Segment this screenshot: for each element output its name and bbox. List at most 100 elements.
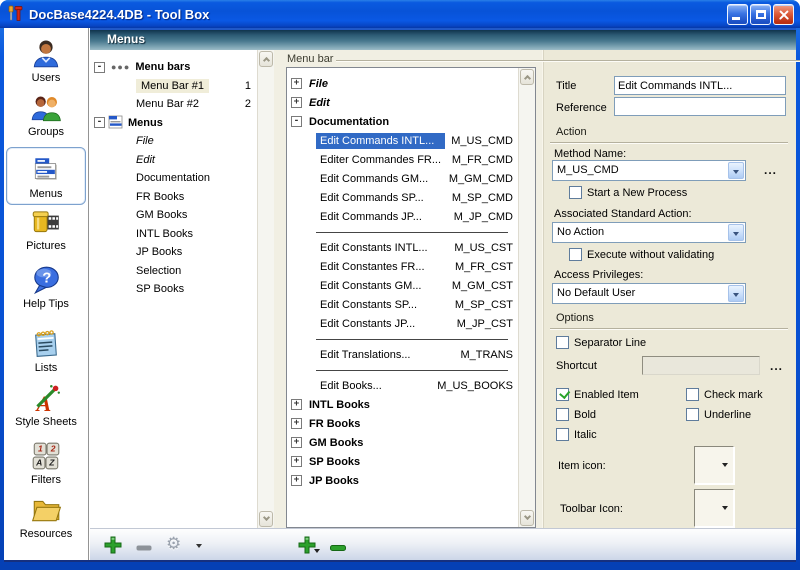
enabled-item-checkbox[interactable] bbox=[556, 388, 569, 401]
menu-separator-row[interactable] bbox=[287, 226, 518, 238]
expand-icon[interactable]: + bbox=[291, 475, 302, 486]
italic-checkbox[interactable] bbox=[556, 428, 569, 441]
toolbar-icon-dropdown[interactable] bbox=[694, 489, 734, 527]
menu-item-row[interactable]: Edit Books... M_US_BOOKS bbox=[287, 376, 518, 395]
left-tree-scrollbar[interactable] bbox=[257, 50, 274, 528]
add-item-dropdown-arrow-icon[interactable] bbox=[314, 549, 320, 556]
separator-line bbox=[316, 370, 508, 371]
expand-icon[interactable]: + bbox=[291, 418, 302, 429]
bold-checkbox[interactable] bbox=[556, 408, 569, 421]
sidebar-item-users[interactable]: Users bbox=[6, 38, 86, 84]
collapse-expander-icon[interactable]: - bbox=[94, 62, 105, 73]
tree-group-documentation[interactable]: - Documentation bbox=[287, 112, 518, 131]
method-name-label: Method Name: bbox=[554, 148, 626, 160]
svg-text:A: A bbox=[35, 458, 42, 468]
expand-icon[interactable]: + bbox=[291, 399, 302, 410]
tree-row-menu-bar-1[interactable]: Menu Bar #1 1 bbox=[90, 77, 257, 96]
tree-group-row[interactable]: - ●●● Menu bars bbox=[90, 58, 257, 77]
combo-dropdown-button[interactable] bbox=[728, 285, 744, 302]
menu-tree-scrollbar[interactable] bbox=[518, 68, 535, 527]
underline-checkbox[interactable] bbox=[686, 408, 699, 421]
access-privileges-combobox[interactable]: No Default User bbox=[552, 283, 746, 304]
expand-icon[interactable]: + bbox=[291, 456, 302, 467]
item-icon-dropdown[interactable] bbox=[694, 446, 734, 484]
tree-group-row[interactable]: - Menus bbox=[90, 114, 257, 133]
menu-item-row[interactable]: Edit Constants INTL... M_US_CST bbox=[287, 238, 518, 257]
settings-gear-icon: ⚙ bbox=[166, 534, 181, 553]
tree-group-edit[interactable]: + Edit bbox=[287, 93, 518, 112]
menu-item-row[interactable]: Edit Constants JP... M_JP_CST bbox=[287, 314, 518, 333]
method-name-combobox[interactable]: M_US_CMD bbox=[552, 160, 746, 181]
scroll-down-button[interactable] bbox=[520, 510, 534, 526]
minimize-button[interactable] bbox=[727, 4, 748, 25]
tree-row-file[interactable]: File bbox=[90, 132, 257, 151]
check-mark-checkbox[interactable] bbox=[686, 388, 699, 401]
remove-menu-item-button[interactable] bbox=[330, 542, 350, 562]
maximize-button[interactable] bbox=[750, 4, 771, 25]
tree-group-fr-books[interactable]: + FR Books bbox=[287, 414, 518, 433]
expand-icon[interactable]: + bbox=[291, 97, 302, 108]
scroll-down-button[interactable] bbox=[259, 511, 273, 527]
tree-row-sp-books[interactable]: SP Books bbox=[90, 280, 257, 299]
item-icon-label: Item icon: bbox=[558, 460, 606, 472]
collapse-expander-icon[interactable]: - bbox=[94, 117, 105, 128]
help-tips-icon: ? bbox=[30, 264, 62, 296]
combo-dropdown-button[interactable] bbox=[728, 224, 744, 241]
svg-text:?: ? bbox=[42, 270, 51, 287]
title-input[interactable] bbox=[614, 76, 786, 95]
tree-row-gm-books[interactable]: GM Books bbox=[90, 206, 257, 225]
execute-without-validating-checkbox[interactable] bbox=[569, 248, 582, 261]
sidebar-item-help-tips[interactable]: ? Help Tips bbox=[6, 264, 86, 310]
sidebar-item-resources[interactable]: Resources bbox=[6, 494, 86, 540]
menu-item-row[interactable]: Edit Commands GM... M_GM_CMD bbox=[287, 169, 518, 188]
collapse-icon[interactable]: - bbox=[291, 116, 302, 127]
menu-item-row[interactable]: Edit Commands INTL... M_US_CMD bbox=[287, 131, 518, 150]
title-bar[interactable]: DocBase4224.4DB - Tool Box bbox=[0, 0, 800, 28]
menu-item-row[interactable]: Edit Constantes FR... M_FR_CST bbox=[287, 257, 518, 276]
settings-dropdown-arrow-icon[interactable] bbox=[196, 544, 202, 551]
sidebar-item-pictures[interactable]: Pictures bbox=[6, 206, 86, 252]
menu-item-row[interactable]: Edit Commands SP... M_SP_CMD bbox=[287, 188, 518, 207]
shortcut-browse-button[interactable]: ... bbox=[770, 359, 783, 373]
add-menu-button[interactable] bbox=[104, 536, 124, 556]
menu-item-row[interactable]: Edit Constants SP... M_SP_CST bbox=[287, 295, 518, 314]
separator-line-checkbox[interactable] bbox=[556, 336, 569, 349]
menu-separator-row[interactable] bbox=[287, 364, 518, 376]
scroll-up-button[interactable] bbox=[520, 69, 534, 85]
scroll-up-button[interactable] bbox=[259, 51, 273, 67]
menu-item-row[interactable]: Edit Commands JP... M_JP_CMD bbox=[287, 207, 518, 226]
associated-action-combobox[interactable]: No Action bbox=[552, 222, 746, 243]
menu-item-row[interactable]: Editer Commandes FR... M_FR_CMD bbox=[287, 150, 518, 169]
sidebar-item-lists[interactable]: Lists bbox=[6, 328, 86, 374]
combo-dropdown-button[interactable] bbox=[728, 162, 744, 179]
tree-group-intl-books[interactable]: + INTL Books bbox=[287, 395, 518, 414]
expand-icon[interactable]: + bbox=[291, 437, 302, 448]
tree-row-menu-bar-2[interactable]: Menu Bar #2 2 bbox=[90, 95, 257, 114]
method-browse-button[interactable]: ... bbox=[764, 163, 777, 177]
menu-item-row[interactable]: Edit Translations... M_TRANS bbox=[287, 345, 518, 364]
menu-separator-row[interactable] bbox=[287, 333, 518, 345]
reference-input[interactable] bbox=[614, 97, 786, 116]
tree-row-jp-books[interactable]: JP Books bbox=[90, 243, 257, 262]
expand-icon[interactable]: + bbox=[291, 78, 302, 89]
start-new-process-checkbox[interactable] bbox=[569, 186, 582, 199]
tree-group-sp-books[interactable]: + SP Books bbox=[287, 452, 518, 471]
sidebar-item-label: Users bbox=[6, 72, 86, 84]
sidebar-item-filters[interactable]: 1 2 A Z Filters bbox=[6, 440, 86, 486]
sidebar-item-menus[interactable]: Menus bbox=[6, 147, 86, 205]
tree-row-fr-books[interactable]: FR Books bbox=[90, 188, 257, 207]
close-button[interactable] bbox=[773, 4, 794, 25]
tree-row-edit[interactable]: Edit bbox=[90, 151, 257, 170]
shortcut-input bbox=[642, 356, 760, 375]
tree-row-documentation[interactable]: Documentation bbox=[90, 169, 257, 188]
tree-row-intl-books[interactable]: INTL Books bbox=[90, 225, 257, 244]
chevron-down-icon bbox=[263, 514, 270, 521]
sidebar-item-groups[interactable]: Groups bbox=[6, 92, 86, 138]
tree-group-gm-books[interactable]: + GM Books bbox=[287, 433, 518, 452]
menu-item-row[interactable]: Edit Constants GM... M_GM_CST bbox=[287, 276, 518, 295]
sidebar-item-style-sheets[interactable]: A Style Sheets bbox=[6, 382, 86, 428]
tree-group-jp-books[interactable]: + JP Books bbox=[287, 471, 518, 490]
settings-menu-button[interactable]: ⚙ bbox=[166, 534, 192, 554]
tree-row-selection[interactable]: Selection bbox=[90, 262, 257, 281]
tree-group-file[interactable]: + File bbox=[287, 74, 518, 93]
